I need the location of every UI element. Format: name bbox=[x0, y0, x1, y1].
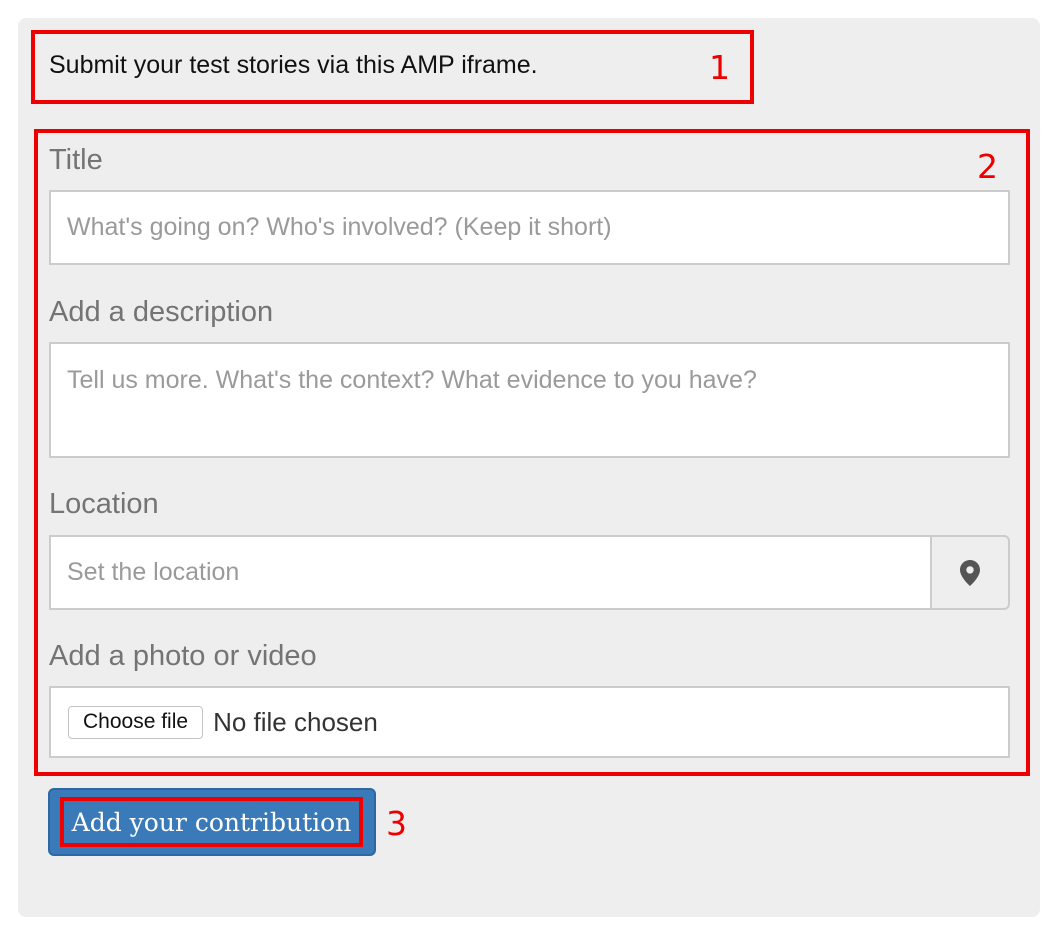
choose-file-button[interactable]: Choose file bbox=[68, 705, 204, 739]
description-textarea[interactable] bbox=[49, 342, 1010, 458]
annotation-number-2: 2 bbox=[977, 147, 998, 186]
media-label: Add a photo or video bbox=[49, 640, 317, 672]
title-label: Title bbox=[49, 144, 103, 176]
location-label: Location bbox=[49, 488, 159, 520]
location-input-group bbox=[49, 535, 1010, 610]
title-input[interactable] bbox=[49, 190, 1010, 265]
file-status-text: No file chosen bbox=[213, 706, 378, 737]
submit-button-label: Add your contribution bbox=[60, 797, 363, 847]
add-contribution-button[interactable]: Add your contribution bbox=[48, 788, 376, 856]
annotation-number-3: 3 bbox=[386, 804, 407, 843]
location-input[interactable] bbox=[49, 535, 930, 610]
annotation-number-1: 1 bbox=[709, 48, 730, 87]
file-upload-field: Choose file No file chosen bbox=[49, 686, 1010, 758]
location-button[interactable] bbox=[930, 535, 1010, 610]
description-label: Add a description bbox=[49, 296, 274, 328]
map-pin-icon bbox=[960, 559, 980, 586]
intro-text: Submit your test stories via this AMP if… bbox=[49, 51, 538, 79]
